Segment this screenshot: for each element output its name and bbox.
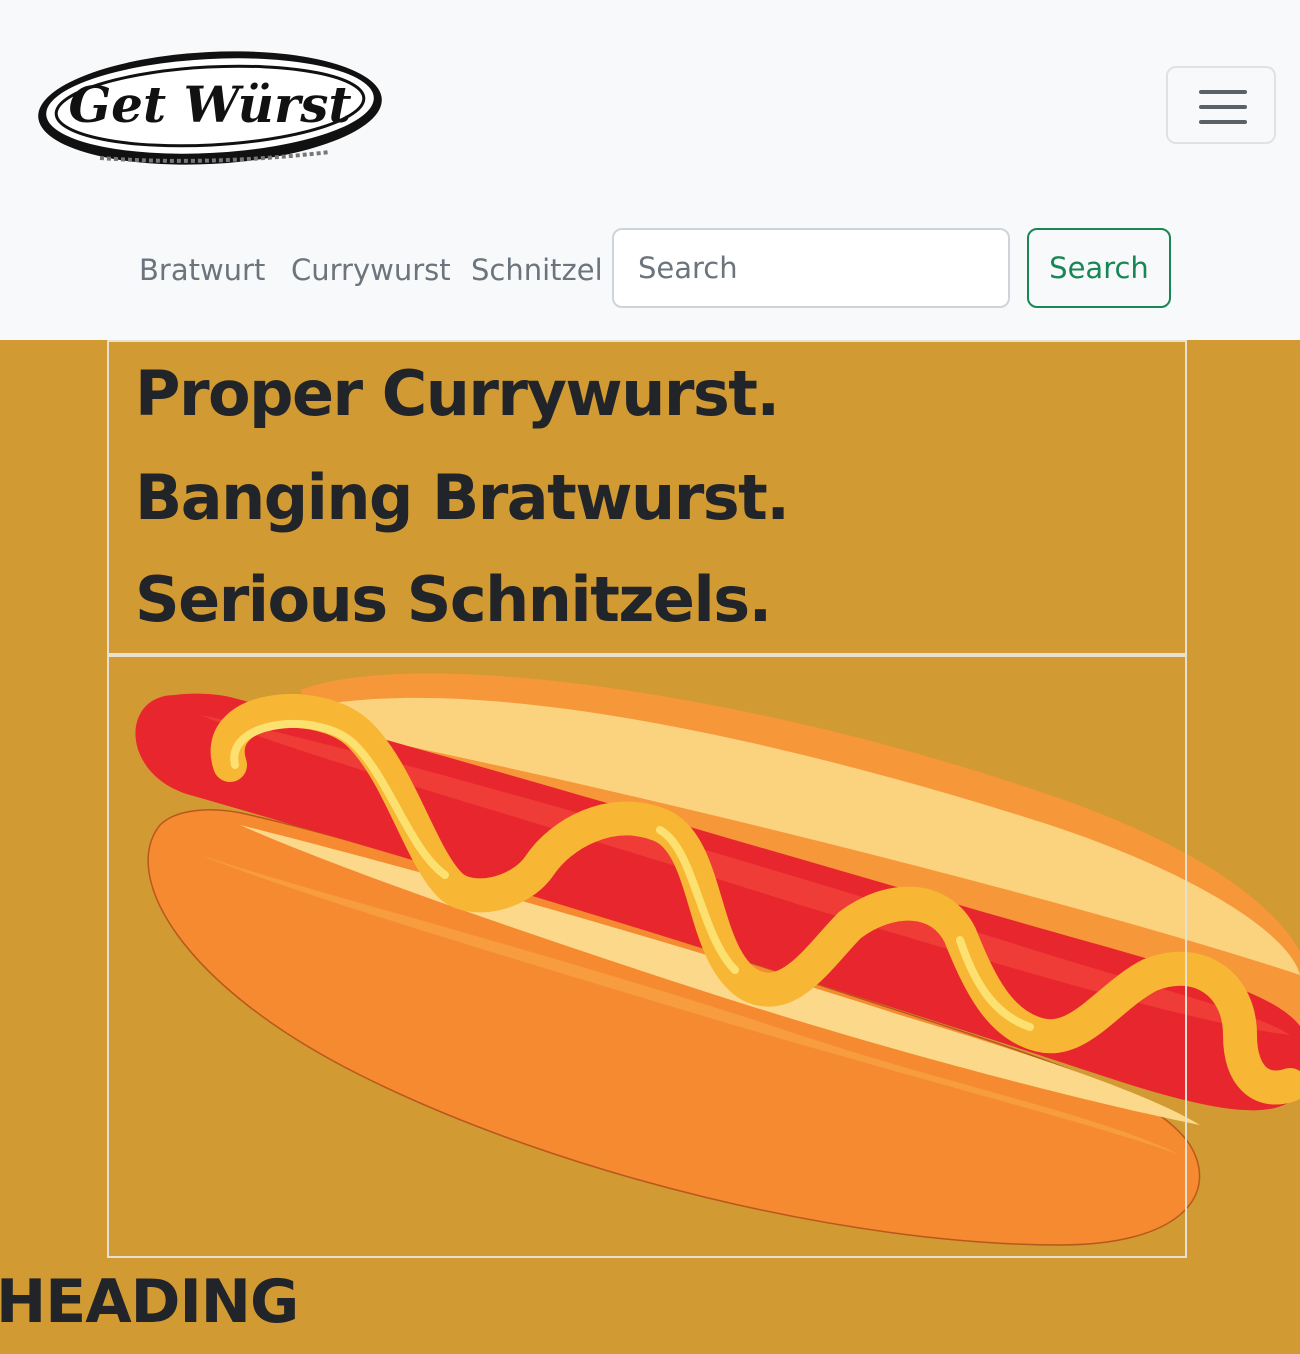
nav-link-currywurst[interactable]: Currywurst	[291, 250, 451, 290]
hero-line-currywurst: Proper Currywurst.	[135, 357, 780, 430]
search-input[interactable]	[612, 228, 1010, 308]
navbar: Get Würst Bratwurt Currywurst Schnitzel …	[0, 0, 1300, 340]
hero-text-box: Proper Currywurst. Banging Bratwurst. Se…	[107, 340, 1187, 655]
navbar-toggler-button[interactable]	[1166, 66, 1276, 144]
section-heading: HEADING	[0, 1267, 299, 1337]
hero-image-box	[107, 655, 1187, 1258]
nav-link-schnitzel[interactable]: Schnitzel	[471, 250, 603, 290]
nav-link-bratwurt[interactable]: Bratwurt	[139, 250, 265, 290]
hero-line-bratwurst: Banging Bratwurst.	[135, 461, 790, 534]
hero-line-schnitzels: Serious Schnitzels.	[135, 563, 772, 636]
get-wurst-logo[interactable]: Get Würst	[30, 40, 390, 172]
logo-text: Get Würst	[68, 75, 351, 134]
search-button[interactable]: Search	[1027, 228, 1171, 308]
